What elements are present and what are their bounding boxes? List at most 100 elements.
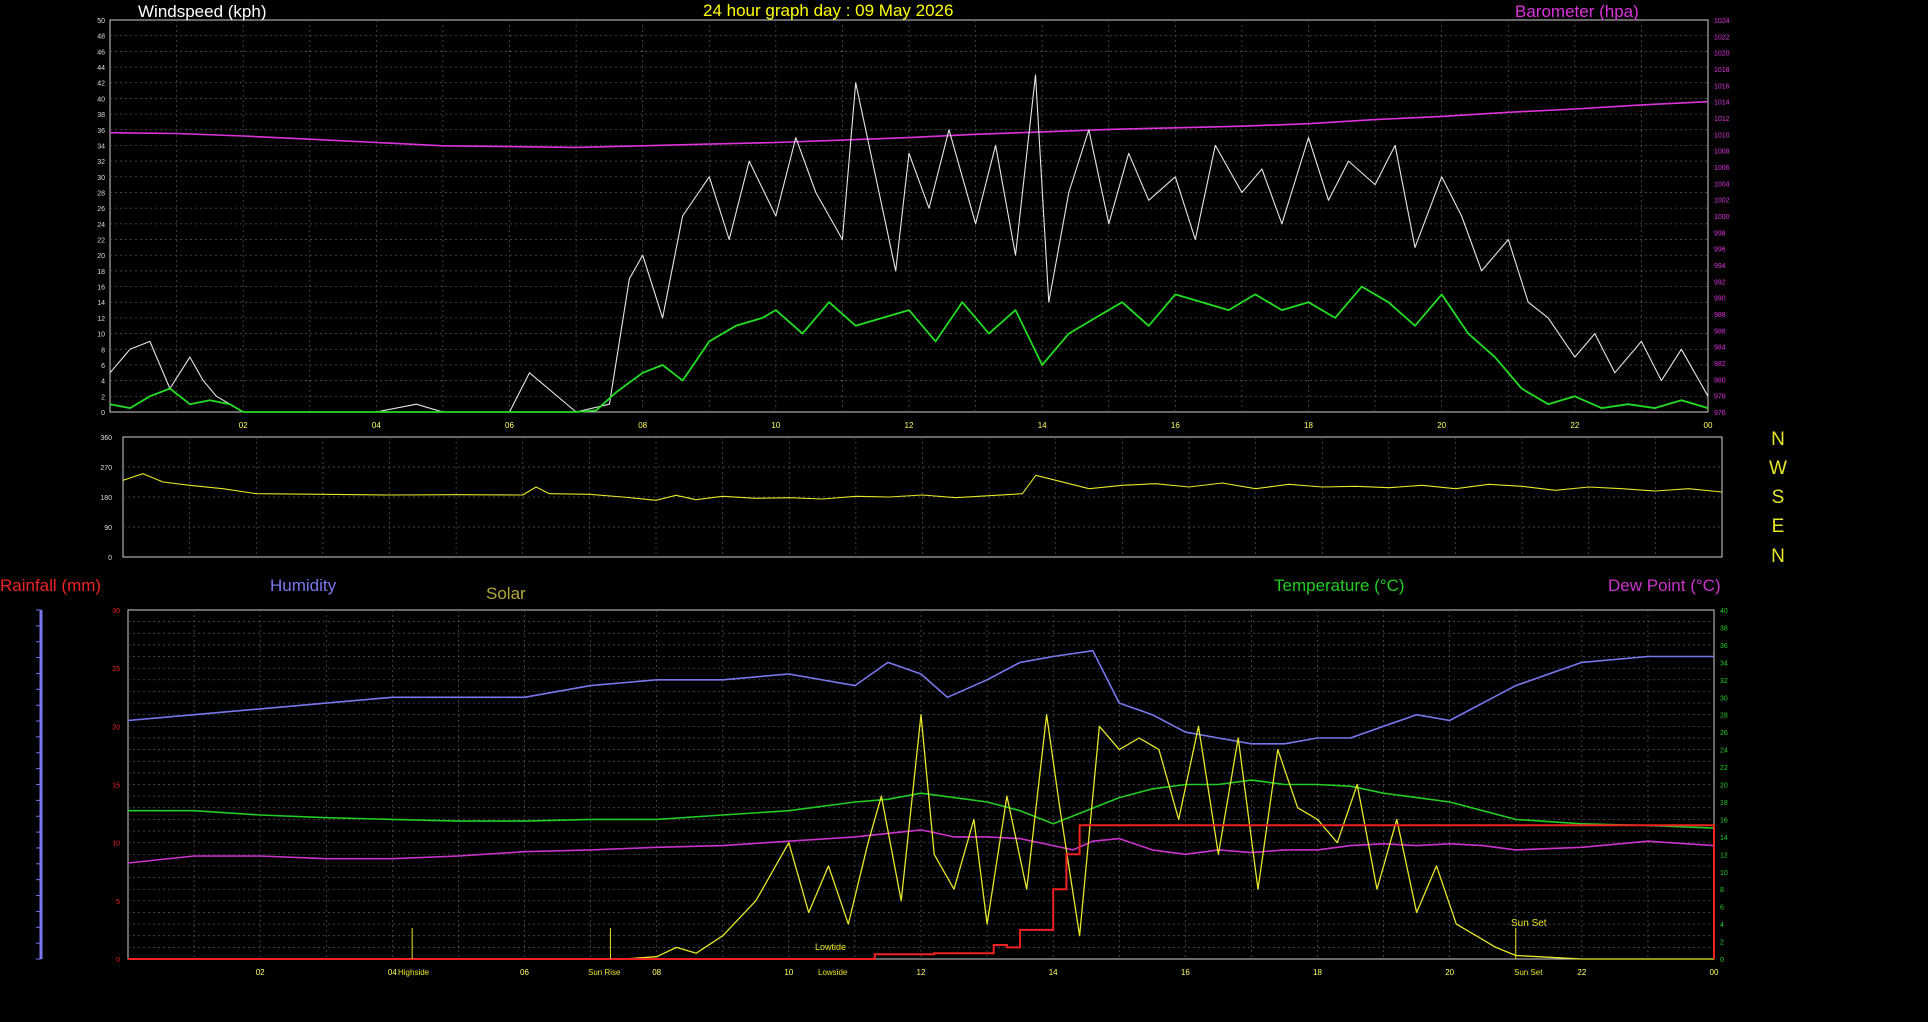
x-tick-04: 04 bbox=[388, 968, 397, 977]
x-tick-02: 02 bbox=[256, 968, 265, 977]
baro-y-tick: 986 bbox=[1714, 328, 1726, 335]
lowside-label: Lowside bbox=[818, 968, 848, 977]
baro-y-tick: 982 bbox=[1714, 361, 1726, 368]
wind-y-tick: 18 bbox=[97, 269, 105, 276]
wind-y-tick: 36 bbox=[97, 128, 105, 135]
x-tick-00: 00 bbox=[1710, 968, 1719, 977]
baro-y-tick: 1004 bbox=[1714, 181, 1730, 188]
baro-y-tick: 994 bbox=[1714, 263, 1726, 270]
wind-y-tick: 22 bbox=[97, 238, 105, 245]
x-tick-00: 00 bbox=[1704, 421, 1713, 430]
compass-e: E bbox=[1772, 516, 1785, 537]
baro-y-tick: 1024 bbox=[1714, 18, 1730, 25]
wind-y-tick: 0 bbox=[101, 410, 105, 417]
dewpoint-axis-label: Dew Point (°C) bbox=[1608, 576, 1721, 595]
wind-y-tick: 40 bbox=[97, 96, 105, 103]
temp-y-tick: 6 bbox=[1720, 905, 1724, 912]
temp-y-tick: 4 bbox=[1720, 922, 1724, 929]
temp-y-tick: 0 bbox=[1720, 957, 1724, 964]
temp-y-tick: 34 bbox=[1720, 660, 1728, 667]
humidity-label: Humidity bbox=[270, 576, 337, 595]
compass-n-bottom: N bbox=[1771, 546, 1785, 567]
temp-y-tick: 14 bbox=[1720, 835, 1728, 842]
baro-y-tick: 1012 bbox=[1714, 116, 1730, 123]
rain-y-tick: 0 bbox=[116, 957, 120, 964]
baro-y-tick: 998 bbox=[1714, 230, 1726, 237]
baro-y-tick: 988 bbox=[1714, 312, 1726, 319]
wind-y-tick: 8 bbox=[101, 347, 105, 354]
baro-y-tick: 984 bbox=[1714, 345, 1726, 352]
solar-label: Solar bbox=[486, 584, 526, 603]
x-tick-06: 06 bbox=[520, 968, 529, 977]
baro-y-tick: 1002 bbox=[1714, 198, 1730, 205]
x-tick-14: 14 bbox=[1049, 968, 1058, 977]
baro-y-tick: 1020 bbox=[1714, 51, 1730, 58]
dir-y-tick: 90 bbox=[104, 525, 112, 532]
x-tick-10: 10 bbox=[784, 968, 793, 977]
x-tick-08: 08 bbox=[638, 421, 647, 430]
wind-y-tick: 30 bbox=[97, 175, 105, 182]
temp-y-tick: 12 bbox=[1720, 852, 1728, 859]
x-tick-22: 22 bbox=[1577, 968, 1586, 977]
dir-y-tick: 180 bbox=[100, 495, 112, 502]
wind-y-tick: 12 bbox=[97, 316, 105, 323]
wind-y-tick: 6 bbox=[101, 363, 105, 370]
lowtide-label: Lowtide bbox=[815, 942, 846, 952]
rain-y-tick: 5 bbox=[116, 899, 120, 906]
wind-y-tick: 42 bbox=[97, 81, 105, 88]
temp-y-tick: 36 bbox=[1720, 643, 1728, 650]
x-tick-20: 20 bbox=[1445, 968, 1454, 977]
x-tick-04: 04 bbox=[372, 421, 381, 430]
temp-y-tick: 32 bbox=[1720, 678, 1728, 685]
baro-y-tick: 1008 bbox=[1714, 149, 1730, 156]
sunset-label: Sun Set bbox=[1511, 918, 1547, 929]
baro-y-tick: 992 bbox=[1714, 279, 1726, 286]
temp-y-tick: 40 bbox=[1720, 608, 1728, 615]
x-tick-08: 08 bbox=[652, 968, 661, 977]
wind-y-tick: 20 bbox=[97, 253, 105, 260]
wind-y-tick: 50 bbox=[97, 18, 105, 25]
rain-y-tick: 10 bbox=[112, 841, 120, 848]
wind-y-tick: 38 bbox=[97, 112, 105, 119]
sunset-axis-label: Sun Set bbox=[1514, 968, 1543, 977]
wind-y-tick: 24 bbox=[97, 222, 105, 229]
baro-y-tick: 1022 bbox=[1714, 34, 1730, 41]
compass-n-top: N bbox=[1771, 429, 1785, 450]
temp-y-tick: 22 bbox=[1720, 765, 1728, 772]
baro-y-tick: 1010 bbox=[1714, 132, 1730, 139]
rainfall-axis-label: Rainfall (mm) bbox=[0, 576, 101, 595]
x-tick-10: 10 bbox=[771, 421, 780, 430]
dir-y-tick: 0 bbox=[108, 555, 112, 562]
baro-y-tick: 976 bbox=[1714, 410, 1726, 417]
rain-y-tick: 25 bbox=[112, 666, 120, 673]
humidity-scale bbox=[36, 609, 43, 960]
baro-y-tick: 1014 bbox=[1714, 100, 1730, 107]
x-tick-16: 16 bbox=[1171, 421, 1180, 430]
x-tick-12: 12 bbox=[917, 968, 926, 977]
baro-y-tick: 980 bbox=[1714, 377, 1726, 384]
temp-y-tick: 28 bbox=[1720, 713, 1728, 720]
rain-y-tick: 15 bbox=[112, 783, 120, 790]
x-tick-16: 16 bbox=[1181, 968, 1190, 977]
baro-y-tick: 978 bbox=[1714, 394, 1726, 401]
x-tick-18: 18 bbox=[1304, 421, 1313, 430]
graph-canvas: 02 04 06 08 10 12 14 16 18 20 22 0002 04 06 08 10 12 14 16… bbox=[0, 1, 1787, 977]
x-tick-22: 22 bbox=[1570, 421, 1579, 430]
wind-y-tick: 2 bbox=[101, 394, 105, 401]
temp-y-tick: 18 bbox=[1720, 800, 1728, 807]
temp-y-tick: 2 bbox=[1720, 940, 1724, 947]
climate-panel-grid bbox=[127, 609, 1715, 960]
compass-w: W bbox=[1769, 458, 1787, 479]
weather-graph: 02 04 06 08 10 12 14 16 18 20 22 00 02 04 06 08 10 12 14 16… bbox=[0, 0, 1928, 1017]
x-tick-18: 18 bbox=[1313, 968, 1322, 977]
temp-y-tick: 24 bbox=[1720, 748, 1728, 755]
dir-y-tick: 270 bbox=[100, 465, 112, 472]
wind-y-tick: 44 bbox=[97, 65, 105, 72]
x-tick-12: 12 bbox=[905, 421, 914, 430]
temp-y-tick: 8 bbox=[1720, 887, 1724, 894]
wind-y-tick: 32 bbox=[97, 159, 105, 166]
temp-y-tick: 30 bbox=[1720, 695, 1728, 702]
wind-y-tick: 34 bbox=[97, 143, 105, 150]
baro-y-tick: 1006 bbox=[1714, 165, 1730, 172]
graph-title: 24 hour graph day : 09 May 2026 bbox=[703, 1, 953, 20]
